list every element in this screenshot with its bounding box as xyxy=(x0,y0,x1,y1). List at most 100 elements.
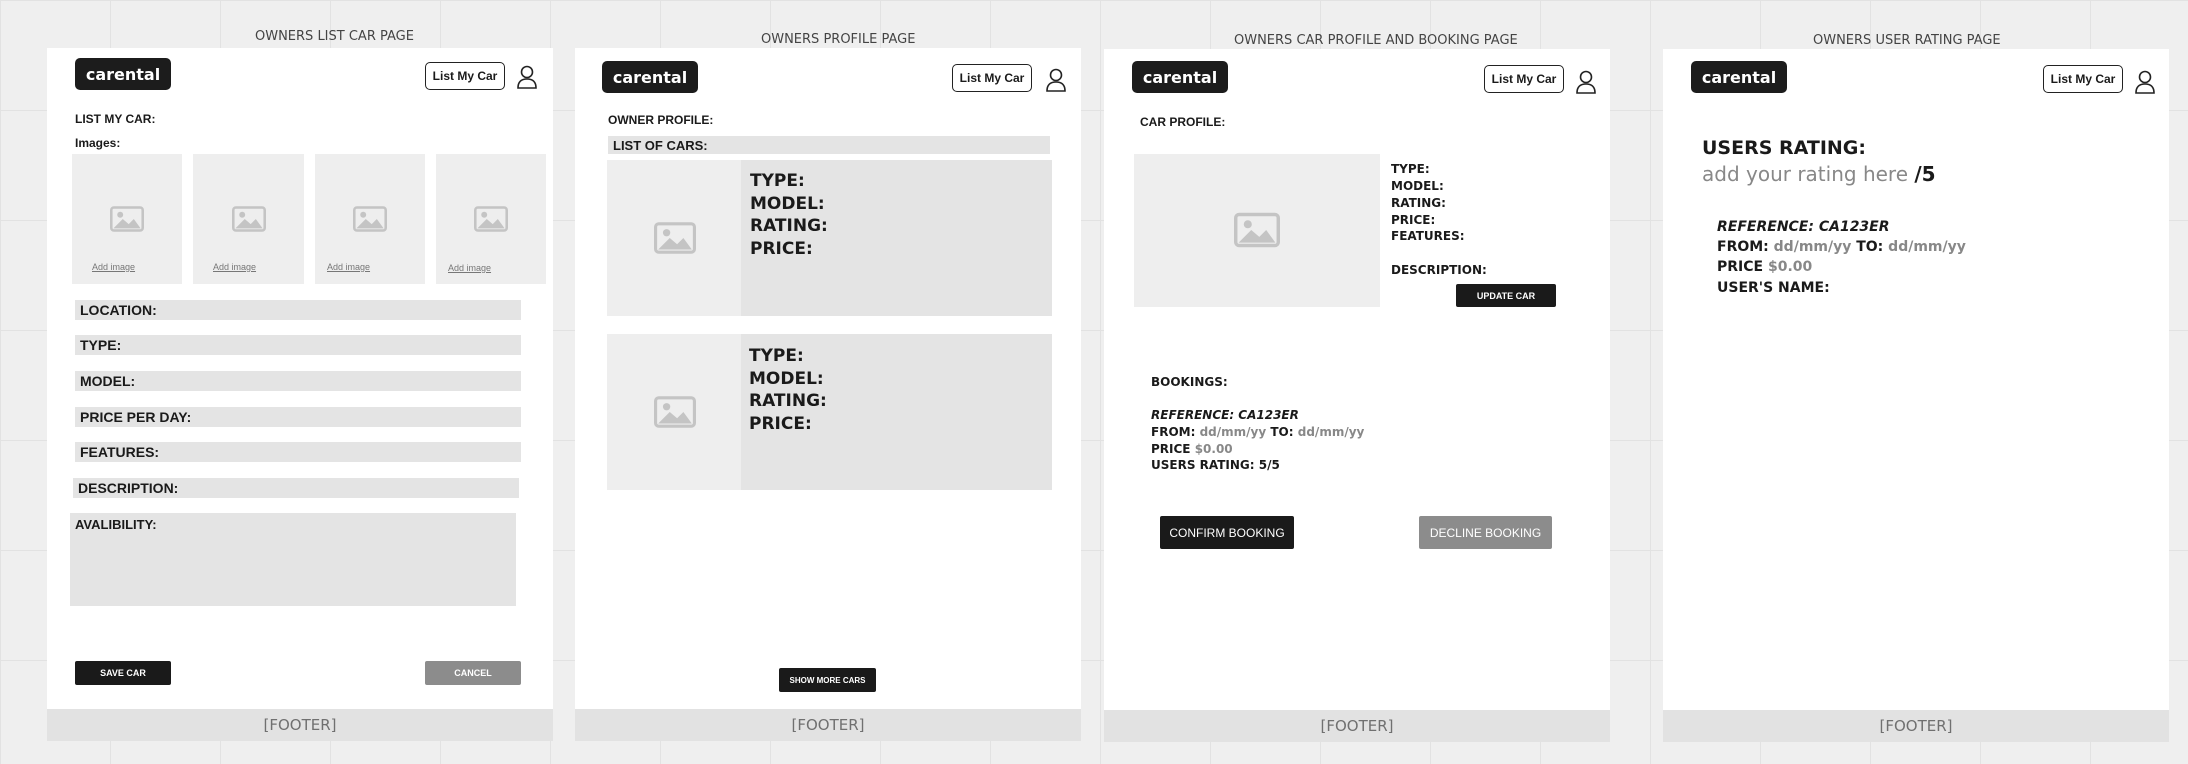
list-car-page: carental List My Car LIST MY CAR: Images… xyxy=(47,48,553,741)
add-image-link[interactable]: Add image xyxy=(327,262,370,272)
card-price: PRICE: xyxy=(749,414,812,434)
from-date: dd/mm/yy xyxy=(1199,425,1267,439)
add-image-link[interactable]: Add image xyxy=(448,263,491,273)
decline-booking-button[interactable]: DECLINE BOOKING xyxy=(1419,516,1552,549)
logo[interactable]: carental xyxy=(1132,61,1228,93)
image-slot[interactable]: Add image xyxy=(436,154,546,284)
user-icon[interactable] xyxy=(2135,70,2155,94)
from-label: FROM: xyxy=(1151,425,1196,439)
card-model: MODEL: xyxy=(749,369,824,389)
rating-price: PRICE $0.00 xyxy=(1717,259,1812,275)
add-image-link[interactable]: Add image xyxy=(92,262,135,272)
to-label: TO: xyxy=(1856,239,1884,255)
car-profile-page: carental List My Car CAR PROFILE: TYPE: … xyxy=(1104,49,1610,742)
rating-out-of: /5 xyxy=(1914,162,1936,186)
car-profile-heading: CAR PROFILE: xyxy=(1140,115,1226,129)
list-of-cars-label: LIST OF CARS: xyxy=(608,136,1050,154)
frame-title-car: OWNERS CAR PROFILE AND BOOKING PAGE xyxy=(1234,33,1518,48)
footer: [FOOTER] xyxy=(575,709,1081,741)
car-rating: RATING: xyxy=(1391,196,1446,210)
users-rating-heading: USERS RATING: xyxy=(1702,137,1867,159)
image-placeholder-icon xyxy=(232,206,266,232)
car-type: TYPE: xyxy=(1391,162,1430,176)
confirm-booking-button[interactable]: CONFIRM BOOKING xyxy=(1160,516,1294,549)
price-value: $0.00 xyxy=(1767,259,1813,275)
car-description: DESCRIPTION: xyxy=(1391,263,1487,277)
footer: [FOOTER] xyxy=(1104,710,1610,742)
list-heading: LIST MY CAR: xyxy=(75,112,156,126)
show-more-cars-button[interactable]: SHOW MORE CARS xyxy=(779,668,876,692)
to-label: TO: xyxy=(1270,425,1294,439)
image-slot[interactable]: Add image xyxy=(193,154,304,284)
card-rating: RATING: xyxy=(750,216,828,236)
location-field[interactable]: LOCATION: xyxy=(75,300,521,320)
booking-dates: FROM: dd/mm/yy TO: dd/mm/yy xyxy=(1151,425,1364,439)
car-details: TYPE: MODEL: RATING: PRICE: xyxy=(741,334,1052,490)
rating-reference: REFERENCE: CA123ER xyxy=(1717,219,1890,235)
list-my-car-button[interactable]: List My Car xyxy=(1484,65,1564,93)
price-value: $0.00 xyxy=(1194,442,1233,456)
description-field[interactable]: DESCRIPTION: xyxy=(73,478,519,498)
price-label: PRICE xyxy=(1717,259,1764,275)
rating-dates: FROM: dd/mm/yy TO: dd/mm/yy xyxy=(1717,239,1966,255)
footer: [FOOTER] xyxy=(47,709,553,741)
features-field[interactable]: FEATURES: xyxy=(75,442,521,462)
availability-field[interactable]: AVALIBILITY: xyxy=(70,513,516,606)
card-type: TYPE: xyxy=(750,171,805,191)
image-placeholder-icon xyxy=(474,206,508,232)
list-my-car-button[interactable]: List My Car xyxy=(2043,65,2123,93)
card-price: PRICE: xyxy=(750,239,813,259)
owner-profile-heading: OWNER PROFILE: xyxy=(608,113,714,127)
cancel-button[interactable]: CANCEL xyxy=(425,661,521,685)
image-placeholder-icon xyxy=(353,206,387,232)
user-name: USER'S NAME: xyxy=(1717,280,1830,296)
list-my-car-button[interactable]: List My Car xyxy=(425,62,505,90)
rating-input-row: add your rating here /5 xyxy=(1702,162,1936,186)
owner-profile-page: carental List My Car OWNER PROFILE: LIST… xyxy=(575,48,1081,741)
images-label: Images: xyxy=(75,136,121,150)
image-slot[interactable]: Add image xyxy=(315,154,425,284)
list-my-car-button[interactable]: List My Car xyxy=(952,64,1032,92)
type-field[interactable]: TYPE: xyxy=(75,335,521,355)
car-details: TYPE: MODEL: RATING: PRICE: xyxy=(741,160,1052,316)
price-per-day-field[interactable]: PRICE PER DAY: xyxy=(75,407,521,427)
rating-input[interactable]: add your rating here xyxy=(1702,162,1908,186)
car-model: MODEL: xyxy=(1391,179,1444,193)
to-date: dd/mm/yy xyxy=(1297,425,1365,439)
add-image-link[interactable]: Add image xyxy=(213,262,256,272)
image-placeholder-icon xyxy=(110,206,144,232)
car-image xyxy=(1134,154,1380,307)
user-icon[interactable] xyxy=(1046,68,1066,92)
user-icon[interactable] xyxy=(1576,70,1596,94)
image-slot[interactable]: Add image xyxy=(72,154,182,284)
from-date: dd/mm/yy xyxy=(1773,239,1852,255)
frame-title-list: OWNERS LIST CAR PAGE xyxy=(255,29,414,44)
card-model: MODEL: xyxy=(750,194,825,214)
image-placeholder-icon xyxy=(1234,212,1280,248)
image-placeholder-icon xyxy=(654,222,696,254)
to-date: dd/mm/yy xyxy=(1888,239,1966,255)
model-field[interactable]: MODEL: xyxy=(75,371,521,391)
user-icon[interactable] xyxy=(517,65,537,89)
logo[interactable]: carental xyxy=(602,61,698,93)
car-image xyxy=(607,334,741,490)
save-car-button[interactable]: SAVE CAR xyxy=(75,661,171,685)
users-rating: USERS RATING: 5/5 xyxy=(1151,458,1280,472)
car-price: PRICE: xyxy=(1391,213,1436,227)
from-label: FROM: xyxy=(1717,239,1769,255)
logo[interactable]: carental xyxy=(1691,61,1787,93)
logo[interactable]: carental xyxy=(75,58,171,90)
booking-reference: REFERENCE: CA123ER xyxy=(1151,408,1299,422)
card-rating: RATING: xyxy=(749,391,827,411)
price-label: PRICE xyxy=(1151,442,1191,456)
booking-price: PRICE $0.00 xyxy=(1151,442,1233,456)
bookings-heading: BOOKINGS: xyxy=(1151,375,1228,389)
card-type: TYPE: xyxy=(749,346,804,366)
image-placeholder-icon xyxy=(654,396,696,428)
user-rating-page: carental List My Car USERS RATING: add y… xyxy=(1663,49,2169,742)
update-car-button[interactable]: UPDATE CAR xyxy=(1456,284,1556,307)
car-image xyxy=(607,160,741,316)
car-features: FEATURES: xyxy=(1391,229,1465,243)
frame-title-profile: OWNERS PROFILE PAGE xyxy=(761,32,916,47)
footer: [FOOTER] xyxy=(1663,710,2169,742)
